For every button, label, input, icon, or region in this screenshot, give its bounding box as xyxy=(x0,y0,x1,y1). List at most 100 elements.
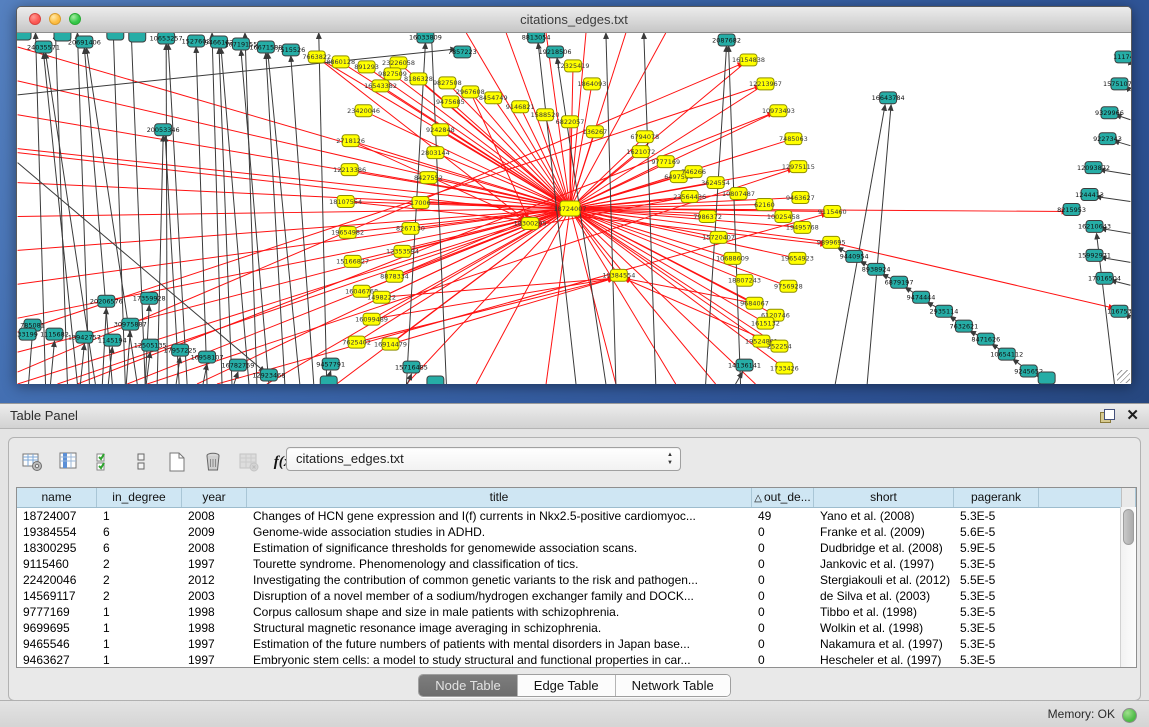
graph-node-label: 8471626 xyxy=(971,335,1000,343)
table-row[interactable]: 1830029562008Estimation of significance … xyxy=(17,540,1136,556)
graph-node-label: 16099489 xyxy=(355,315,388,323)
table-row[interactable]: 969969511998Structural magnetic resonanc… xyxy=(17,620,1136,636)
status-bar: Memory: OK xyxy=(0,700,1149,727)
table-mode-icon[interactable] xyxy=(21,450,45,474)
graph-node-label: 7515526 xyxy=(276,46,305,54)
table-header-row: namein_degreeyeartitle△out_de...shortpag… xyxy=(17,488,1136,508)
cell-name: 9465546 xyxy=(17,636,97,652)
cell-out-de-: 0 xyxy=(752,604,814,620)
tab-edge-table[interactable]: Edge Table xyxy=(518,675,616,696)
header-filler xyxy=(1039,488,1121,507)
graph-node-label: 23420046 xyxy=(347,107,380,115)
graph-node[interactable] xyxy=(1038,372,1055,384)
table-source-dropdown[interactable]: citations_edges.txt ▲▼ xyxy=(286,447,681,471)
show-columns-icon[interactable] xyxy=(57,450,81,474)
cell-out-de-: 0 xyxy=(752,524,814,540)
network-graph: 1872400718300295193845547663822886012889… xyxy=(17,33,1131,384)
cell-short: Franke et al. (2009) xyxy=(814,524,954,540)
table-row[interactable]: 2242004622012Investigating the contribut… xyxy=(17,572,1136,588)
cell-short: Tibbo et al. (1998) xyxy=(814,604,954,620)
window-titlebar[interactable]: citations_edges.txt xyxy=(17,7,1131,33)
graph-node-label: 2935114 xyxy=(930,308,959,316)
graph-node-label: 15166827 xyxy=(336,258,369,266)
graph-node[interactable] xyxy=(320,376,337,384)
graph-node-label: 20206576 xyxy=(90,298,123,306)
column-header-pagerank[interactable]: pagerank xyxy=(954,488,1039,507)
table-vertical-scrollbar[interactable] xyxy=(1120,507,1136,667)
graph-node-label: 19384554 xyxy=(602,272,635,280)
table-panel-title: Table Panel xyxy=(10,404,78,428)
graph-node-label: 7857223 xyxy=(448,48,477,56)
cell-short: Nakamura et al. (1997) xyxy=(814,636,954,652)
graph-node-label: 10654112 xyxy=(990,350,1023,358)
column-header-in-degree[interactable]: in_degree xyxy=(97,488,182,507)
window-title: citations_edges.txt xyxy=(17,7,1131,32)
row-selection-icon[interactable] xyxy=(93,450,117,474)
graph-node-label: 9827508 xyxy=(433,79,462,87)
graph-node-label: 17006 xyxy=(410,199,431,207)
table-row[interactable]: 977716911998Corpus callosum shape and si… xyxy=(17,604,1136,620)
graph-node[interactable] xyxy=(54,33,71,41)
graph-edge xyxy=(50,341,54,384)
graph-node-label: 18300295 xyxy=(514,220,547,228)
new-column-icon[interactable] xyxy=(165,450,189,474)
table-row[interactable]: 946362711997Embryonic stem cells: a mode… xyxy=(17,652,1136,668)
column-header-name[interactable]: name xyxy=(17,488,97,507)
graph-node[interactable] xyxy=(427,376,444,384)
graph-node[interactable] xyxy=(129,33,146,42)
column-header-title[interactable]: title xyxy=(247,488,752,507)
graph-node[interactable] xyxy=(17,33,31,40)
scrollbar-thumb[interactable] xyxy=(1123,509,1134,545)
graph-node-label: 6794078 xyxy=(630,133,659,141)
cell-year: 2008 xyxy=(182,540,247,556)
graph-node[interactable] xyxy=(107,33,124,40)
table-row[interactable]: 946554611997Estimation of the future num… xyxy=(17,636,1136,652)
graph-node-label: 18724007 xyxy=(554,205,587,213)
memory-status-indicator xyxy=(1122,708,1137,723)
graph-edge xyxy=(266,53,285,384)
cell-title: Estimation of significance thresholds fo… xyxy=(247,540,752,556)
column-header-out-de-[interactable]: △out_de... xyxy=(752,488,814,507)
graph-node-label: 1115682 xyxy=(40,330,69,338)
cell-name: 9777169 xyxy=(17,604,97,620)
cell-short: Hescheler et al. (1997) xyxy=(814,652,954,668)
graph-node-label: 12093872 xyxy=(1077,164,1110,172)
cell-out-de-: 0 xyxy=(752,588,814,604)
table-row[interactable]: 1456911722003Disruption of a novel membe… xyxy=(17,588,1136,604)
cell-in-degree: 1 xyxy=(97,652,182,668)
graph-node-label: 2803144 xyxy=(421,149,450,157)
graph-node-label: 9329966 xyxy=(1095,109,1124,117)
graph-node-label: 19495768 xyxy=(786,224,819,232)
tab-node-table[interactable]: Node Table xyxy=(419,675,518,696)
float-panel-icon[interactable] xyxy=(1100,409,1114,423)
cell-title: Embryonic stem cells: a model to study s… xyxy=(247,652,752,668)
column-header-year[interactable]: year xyxy=(182,488,247,507)
graph-node-label: 8427552 xyxy=(414,174,443,182)
cell-name: 9463627 xyxy=(17,652,97,668)
table-row[interactable]: 1872400712008Changes of HCN gene express… xyxy=(17,508,1136,524)
column-header-short[interactable]: short xyxy=(814,488,954,507)
delete-column-icon[interactable] xyxy=(201,450,225,474)
graph-edge xyxy=(570,84,592,209)
graph-node-label: 746266 xyxy=(681,168,706,176)
table-row[interactable]: 911546021997Tourette syndrome. Phenomeno… xyxy=(17,556,1136,572)
graph-edge xyxy=(406,43,425,384)
tab-network-table[interactable]: Network Table xyxy=(616,675,730,696)
graph-node-label: 9115460 xyxy=(818,208,847,216)
graph-edge xyxy=(131,33,145,384)
graph-node-label: 12213967 xyxy=(749,80,782,88)
graph-node-label: 2718126 xyxy=(336,137,365,145)
graph-node-label: 891293 xyxy=(354,63,379,71)
window-resize-grip[interactable] xyxy=(1117,370,1130,383)
graph-node-label: 116753 xyxy=(1107,308,1131,316)
graph-edge xyxy=(18,183,570,209)
close-panel-icon[interactable]: ✕ xyxy=(1126,409,1139,423)
cell-short: Stergiakouli et al. (2012) xyxy=(814,572,954,588)
panel-orientation-icon[interactable] xyxy=(129,450,153,474)
network-canvas[interactable]: 1872400718300295193845547663822886012889… xyxy=(17,33,1131,384)
cell-in-degree: 2 xyxy=(97,588,182,604)
delete-table-icon[interactable] xyxy=(237,450,261,474)
cell-in-degree: 2 xyxy=(97,556,182,572)
table-row[interactable]: 1938455462009Genome-wide association stu… xyxy=(17,524,1136,540)
graph-node-label: 12505135 xyxy=(134,341,167,349)
